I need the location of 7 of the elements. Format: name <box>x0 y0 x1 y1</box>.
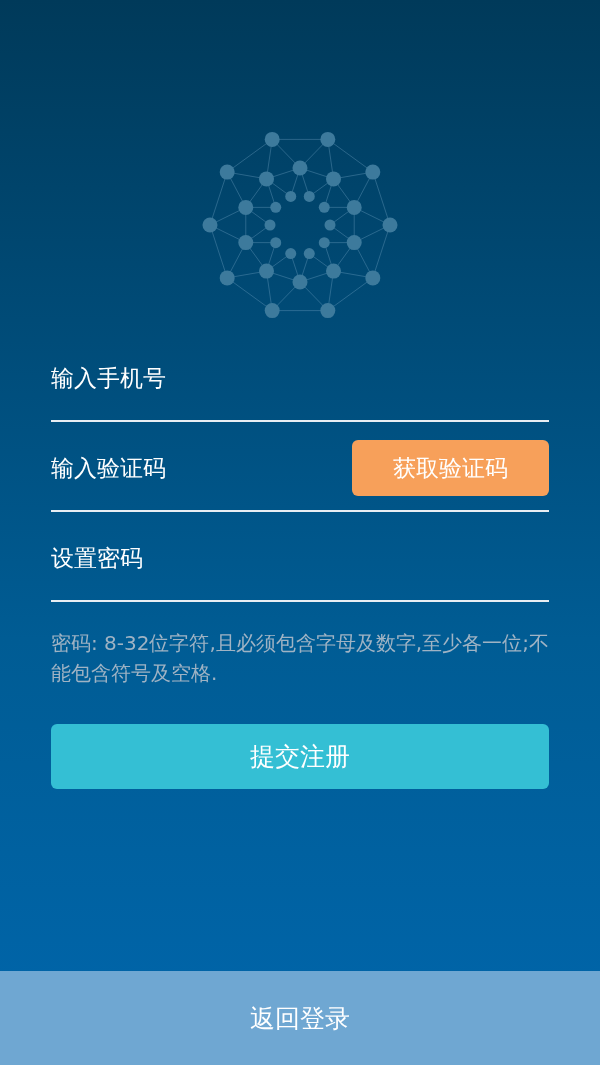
get-code-button[interactable]: 获取验证码 <box>352 440 549 496</box>
input-field[interactable]: 输入验证码 <box>51 448 352 488</box>
input-field[interactable]: 输入手机号 <box>51 358 549 398</box>
password-hint: 密码: 8-32位字符,且必须包含字母及数字,至少各一位;不能包含符号及空格. <box>51 630 549 687</box>
input-field[interactable]: 设置密码 <box>51 538 549 578</box>
submit-button[interactable]: 提交注册 <box>51 724 549 789</box>
back-to-login-button[interactable]: 返回登录 <box>0 971 600 1065</box>
